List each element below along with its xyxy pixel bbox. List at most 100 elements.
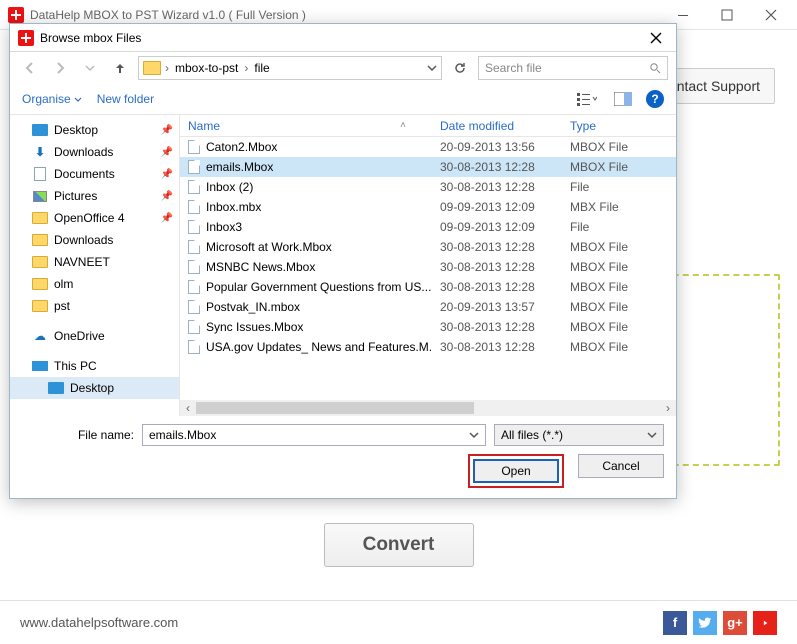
file-icon bbox=[188, 260, 200, 274]
file-name: Postvak_IN.mbox bbox=[206, 300, 300, 314]
horizontal-scrollbar[interactable]: ‹ › bbox=[180, 400, 676, 416]
tree-item-label: Desktop bbox=[54, 123, 98, 137]
folder-icon bbox=[32, 256, 48, 268]
dialog-title: Browse mbox Files bbox=[40, 31, 642, 45]
preview-pane-button[interactable] bbox=[610, 88, 636, 110]
youtube-icon[interactable] bbox=[753, 611, 777, 635]
file-type: MBX File bbox=[562, 200, 676, 214]
dialog-titlebar: Browse mbox Files bbox=[10, 24, 676, 52]
scrollbar-thumb[interactable] bbox=[196, 402, 474, 414]
pin-icon: 📌 bbox=[161, 125, 173, 136]
file-row[interactable]: Popular Government Questions from US...3… bbox=[180, 277, 676, 297]
tree-item[interactable]: Desktop bbox=[10, 377, 179, 399]
column-type[interactable]: Type bbox=[562, 119, 676, 133]
file-row[interactable]: emails.Mbox30-08-2013 12:28MBOX File bbox=[180, 157, 676, 177]
tree-item-label: NAVNEET bbox=[54, 255, 110, 269]
twitter-icon[interactable] bbox=[693, 611, 717, 635]
pin-icon: 📌 bbox=[161, 213, 173, 224]
column-name[interactable]: Name˄ bbox=[180, 119, 432, 133]
tree-item[interactable]: Pictures📌 bbox=[10, 185, 179, 207]
view-mode-button[interactable] bbox=[574, 88, 600, 110]
dialog-close-button[interactable] bbox=[642, 27, 670, 49]
open-button-highlight: Open bbox=[468, 454, 564, 488]
nav-forward-button[interactable] bbox=[48, 56, 72, 80]
file-row[interactable]: Sync Issues.Mbox30-08-2013 12:28MBOX Fil… bbox=[180, 317, 676, 337]
tree-item-label: pst bbox=[54, 299, 70, 313]
tree-item[interactable]: Downloads bbox=[10, 229, 179, 251]
nav-recent-dropdown[interactable] bbox=[78, 56, 102, 80]
tree-item[interactable]: olm bbox=[10, 273, 179, 295]
tree-item-label: olm bbox=[54, 277, 73, 291]
open-button[interactable]: Open bbox=[473, 459, 559, 483]
convert-button[interactable]: Convert bbox=[324, 523, 474, 567]
search-icon bbox=[649, 62, 661, 74]
tree-item-label: This PC bbox=[54, 359, 97, 373]
chevron-down-icon[interactable] bbox=[469, 430, 479, 440]
folder-icon bbox=[32, 300, 48, 312]
file-row[interactable]: Postvak_IN.mbox20-09-2013 13:57MBOX File bbox=[180, 297, 676, 317]
file-type: File bbox=[562, 220, 676, 234]
folder-icon bbox=[32, 212, 48, 224]
file-type: File bbox=[562, 180, 676, 194]
tree-item-label: Downloads bbox=[54, 145, 113, 159]
folder-icon bbox=[32, 278, 48, 290]
chevron-down-icon[interactable] bbox=[647, 430, 657, 440]
file-type-filter[interactable]: All files (*.*) bbox=[494, 424, 664, 446]
file-date: 09-09-2013 12:09 bbox=[432, 220, 562, 234]
tree-item-label: Pictures bbox=[54, 189, 97, 203]
refresh-button[interactable] bbox=[448, 56, 472, 80]
pin-icon: 📌 bbox=[161, 147, 173, 158]
file-row[interactable]: Inbox.mbx09-09-2013 12:09MBX File bbox=[180, 197, 676, 217]
file-icon bbox=[188, 280, 200, 294]
footer: www.datahelpsoftware.com f g+ bbox=[0, 600, 797, 644]
file-list[interactable]: Caton2.Mbox20-09-2013 13:56MBOX Fileemai… bbox=[180, 137, 676, 400]
file-date: 30-08-2013 12:28 bbox=[432, 160, 562, 174]
breadcrumb-segment[interactable]: mbox-to-pst bbox=[173, 61, 240, 75]
close-button[interactable] bbox=[749, 1, 793, 29]
file-icon bbox=[188, 340, 200, 354]
tree-item[interactable]: ☁OneDrive bbox=[10, 325, 179, 347]
address-dropdown[interactable] bbox=[427, 63, 437, 73]
scroll-left-button[interactable]: ‹ bbox=[180, 400, 196, 416]
file-row[interactable]: USA.gov Updates_ News and Features.M...3… bbox=[180, 337, 676, 357]
organise-menu[interactable]: Organise bbox=[22, 92, 83, 106]
sort-asc-icon: ˄ bbox=[400, 120, 406, 131]
app-title: DataHelp MBOX to PST Wizard v1.0 ( Full … bbox=[30, 8, 661, 22]
search-input[interactable]: Search file bbox=[478, 56, 668, 80]
tree-item[interactable]: Desktop 📌 bbox=[10, 119, 179, 141]
document-icon bbox=[34, 167, 46, 181]
footer-url: www.datahelpsoftware.com bbox=[20, 615, 178, 630]
file-type: MBOX File bbox=[562, 300, 676, 314]
file-name: Inbox3 bbox=[206, 220, 242, 234]
breadcrumb-segment[interactable]: file bbox=[252, 61, 271, 75]
chevron-right-icon: › bbox=[165, 61, 169, 75]
column-date[interactable]: Date modified bbox=[432, 119, 562, 133]
nav-up-button[interactable] bbox=[108, 56, 132, 80]
file-type: MBOX File bbox=[562, 240, 676, 254]
tree-item[interactable]: pst bbox=[10, 295, 179, 317]
file-name-input[interactable]: emails.Mbox bbox=[142, 424, 486, 446]
file-icon bbox=[188, 180, 200, 194]
file-row[interactable]: MSNBC News.Mbox30-08-2013 12:28MBOX File bbox=[180, 257, 676, 277]
tree-item[interactable]: NAVNEET bbox=[10, 251, 179, 273]
address-bar[interactable]: › mbox-to-pst › file bbox=[138, 56, 442, 80]
file-row[interactable]: Inbox3 09-09-2013 12:09File bbox=[180, 217, 676, 237]
googleplus-icon[interactable]: g+ bbox=[723, 611, 747, 635]
maximize-button[interactable] bbox=[705, 1, 749, 29]
file-row[interactable]: Inbox (2)30-08-2013 12:28File bbox=[180, 177, 676, 197]
new-folder-button[interactable]: New folder bbox=[97, 92, 154, 106]
facebook-icon[interactable]: f bbox=[663, 611, 687, 635]
file-row[interactable]: Caton2.Mbox20-09-2013 13:56MBOX File bbox=[180, 137, 676, 157]
tree-item[interactable]: Documents📌 bbox=[10, 163, 179, 185]
file-row[interactable]: Microsoft at Work.Mbox30-08-2013 12:28MB… bbox=[180, 237, 676, 257]
nav-back-button[interactable] bbox=[18, 56, 42, 80]
help-button[interactable]: ? bbox=[646, 90, 664, 108]
scroll-right-button[interactable]: › bbox=[660, 400, 676, 416]
cancel-button[interactable]: Cancel bbox=[578, 454, 664, 478]
tree-item[interactable]: ⬇Downloads📌 bbox=[10, 141, 179, 163]
tree-item[interactable]: This PC bbox=[10, 355, 179, 377]
folder-tree[interactable]: Desktop📌⬇Downloads📌Documents📌Pictures📌Op… bbox=[10, 115, 180, 416]
file-type: MBOX File bbox=[562, 280, 676, 294]
file-type: MBOX File bbox=[562, 260, 676, 274]
tree-item[interactable]: OpenOffice 4📌 bbox=[10, 207, 179, 229]
